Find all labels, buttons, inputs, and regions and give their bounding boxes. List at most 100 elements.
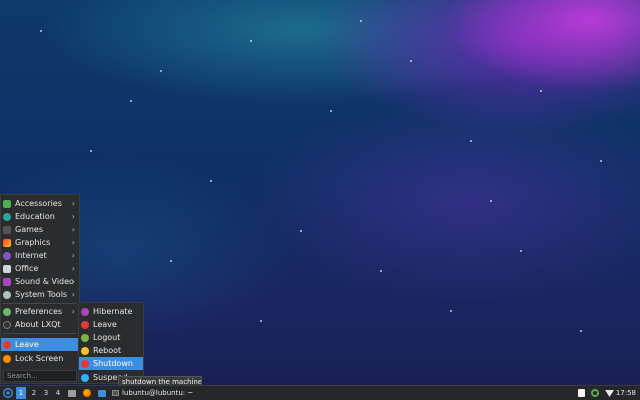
star [210, 180, 212, 182]
menu-item-leave[interactable]: Leave [1, 338, 79, 351]
menu-item-label: Logout [93, 333, 121, 342]
menu-item-label: Sound & Video [15, 277, 74, 286]
reboot-icon [81, 346, 89, 355]
star [330, 110, 332, 112]
hibernate-icon [81, 307, 89, 316]
menu-item-label: Leave [15, 340, 39, 349]
leave-item-leave[interactable]: Leave [79, 318, 143, 331]
menu-item-education[interactable]: Education › [1, 210, 79, 223]
star [300, 230, 302, 232]
internet-icon [3, 251, 11, 260]
star [520, 250, 522, 252]
show-desktop-icon [68, 389, 76, 397]
menu-search-input[interactable] [3, 370, 77, 382]
games-icon [3, 225, 11, 234]
clipboard-tray[interactable] [576, 387, 586, 399]
desktop-switch-3[interactable]: 3 [41, 387, 51, 399]
desktop-switch-4[interactable]: 4 [53, 387, 63, 399]
graphics-icon [3, 238, 11, 247]
desktop-switch-1[interactable]: 1 [16, 387, 26, 399]
menu-item-graphics[interactable]: Graphics › [1, 236, 79, 249]
suspend-icon [81, 373, 89, 382]
taskbar: 1 2 3 4 lubuntu@lubuntu: ~ 17:58 [0, 385, 640, 400]
chevron-right-icon: › [71, 225, 75, 234]
menu-item-label: About LXQt [15, 320, 61, 329]
application-menu: Accessories › Education › Games › Graphi… [0, 194, 80, 384]
star [450, 310, 452, 312]
leave-item-hibernate[interactable]: Hibernate [79, 305, 143, 318]
star [580, 330, 582, 332]
star [470, 140, 472, 142]
star [40, 30, 42, 32]
chevron-right-icon: › [71, 264, 75, 273]
chevron-right-icon: › [71, 307, 75, 316]
menu-item-games[interactable]: Games › [1, 223, 79, 236]
taskbar-window-label: lubuntu@lubuntu: ~ [122, 389, 194, 397]
star [160, 70, 162, 72]
menu-item-label: Internet [15, 251, 47, 260]
chevron-right-icon: › [71, 199, 75, 208]
menu-item-label: Hibernate [93, 307, 133, 316]
menu-item-label: Games [15, 225, 43, 234]
chevron-right-icon: › [71, 212, 75, 221]
star [600, 160, 602, 162]
menu-item-accessories[interactable]: Accessories › [1, 197, 79, 210]
leave-item-logout[interactable]: Logout [79, 331, 143, 344]
shutdown-icon [81, 359, 89, 368]
office-icon [3, 264, 11, 273]
desktop-switch-2[interactable]: 2 [29, 387, 39, 399]
network-tray[interactable] [604, 387, 614, 399]
star [170, 260, 172, 262]
clock[interactable]: 17:58 [616, 387, 636, 399]
menu-item-label: Accessories [15, 199, 62, 208]
menu-item-label: System Tools [15, 290, 68, 299]
firefox-launcher[interactable] [82, 387, 92, 399]
star [260, 320, 262, 322]
chevron-right-icon: › [71, 290, 75, 299]
star [380, 270, 382, 272]
menu-item-label: Lock Screen [15, 354, 64, 363]
menu-item-label: Preferences [15, 307, 63, 316]
menu-item-sound-video[interactable]: Sound & Video › [1, 275, 79, 288]
menu-item-label: Education [15, 212, 55, 221]
terminal-icon [112, 390, 119, 396]
star [540, 90, 542, 92]
file-manager-launcher[interactable] [97, 387, 107, 399]
menu-item-label: Leave [93, 320, 117, 329]
menu-item-label: Shutdown [93, 359, 133, 368]
menu-item-preferences[interactable]: Preferences › [1, 305, 79, 318]
wifi-icon [604, 390, 614, 397]
chevron-right-icon: › [71, 238, 75, 247]
accessories-icon [3, 199, 11, 208]
system-tools-icon [3, 290, 11, 299]
start-menu-button[interactable] [2, 387, 14, 399]
education-icon [3, 212, 11, 221]
sound-video-icon [3, 277, 11, 286]
menu-item-lock-screen[interactable]: Lock Screen [1, 352, 79, 365]
battery-icon [591, 389, 599, 397]
battery-tray[interactable] [590, 387, 600, 399]
menu-separator [3, 303, 77, 304]
file-manager-icon [98, 389, 106, 397]
leave-item-shutdown[interactable]: Shutdown [79, 357, 143, 370]
star [130, 100, 132, 102]
firefox-icon [83, 389, 91, 397]
star [360, 20, 362, 22]
chevron-right-icon: › [71, 251, 75, 260]
show-desktop-button[interactable] [67, 387, 77, 399]
star [250, 40, 252, 42]
menu-item-about-lxqt[interactable]: About LXQt [1, 318, 79, 331]
chevron-right-icon: › [71, 277, 75, 286]
preferences-icon [3, 307, 11, 316]
leave-submenu: Hibernate Leave Logout Reboot Shutdown S… [78, 302, 144, 384]
about-icon [3, 320, 11, 329]
menu-item-system-tools[interactable]: System Tools › [1, 288, 79, 301]
leave-item-reboot[interactable]: Reboot [79, 344, 143, 357]
star [410, 60, 412, 62]
lock-screen-icon [3, 354, 11, 363]
taskbar-window-terminal[interactable]: lubuntu@lubuntu: ~ [112, 387, 198, 399]
menu-item-office[interactable]: Office › [1, 262, 79, 275]
leave-icon [3, 340, 11, 349]
menu-separator [3, 333, 77, 334]
menu-item-internet[interactable]: Internet › [1, 249, 79, 262]
